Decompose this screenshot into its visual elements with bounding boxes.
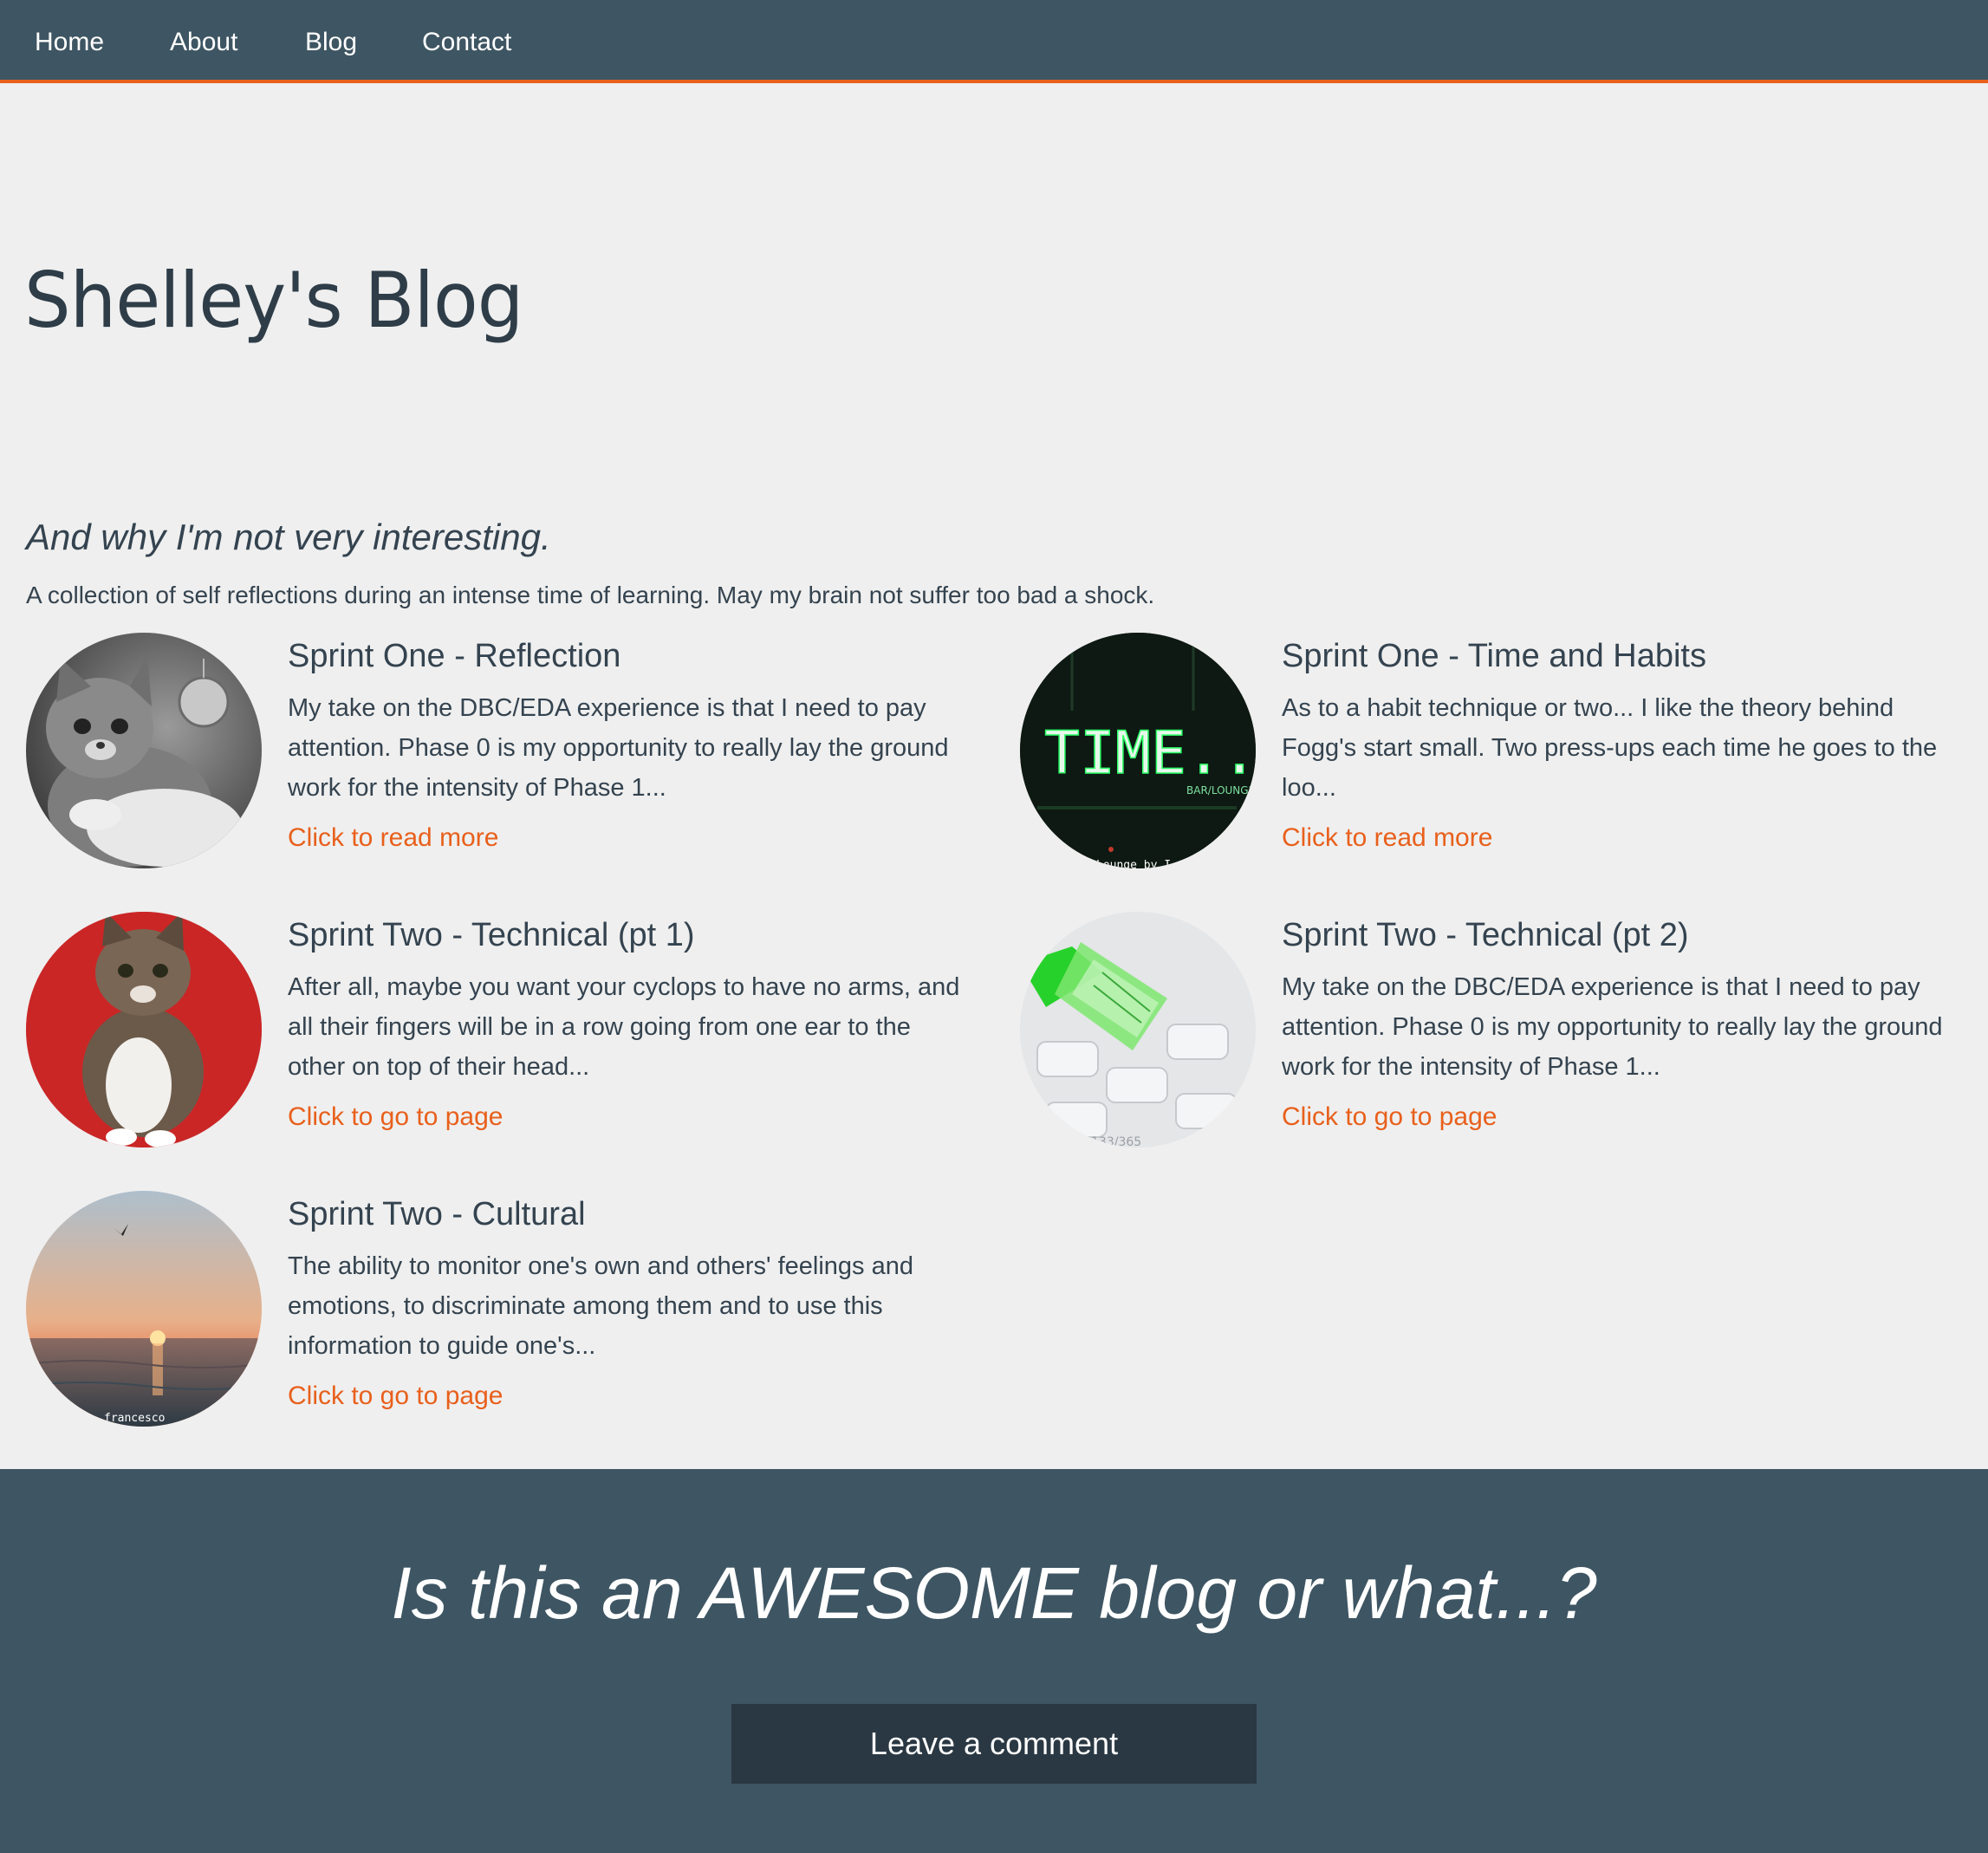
site-title: Shelley's Blog xyxy=(24,256,523,345)
post-title: Sprint Two - Cultural xyxy=(288,1196,586,1232)
top-navigation: Home About Blog Contact xyxy=(0,0,1988,83)
neon-time-sign-thumbnail[interactable]: TIME.... BAR/LOUNGE Lounge by I xyxy=(1020,633,1256,868)
site-intro: A collection of self reflections during … xyxy=(26,582,1155,608)
leave-comment-button[interactable]: Leave a comment xyxy=(731,1704,1257,1784)
blog-post-card: Sprint Two - Technical (pt 1) After all,… xyxy=(26,912,979,1163)
post-title: Sprint One - Time and Habits xyxy=(1282,638,1706,674)
nav-link-blog[interactable]: Blog xyxy=(305,25,357,60)
footer-heading: Is this an AWESOME blog or what...? xyxy=(391,1552,1597,1634)
post-excerpt: After all, maybe you want your cyclops t… xyxy=(288,973,960,1081)
kitten-red-background-thumbnail[interactable] xyxy=(26,912,262,1148)
site-tagline: And why I'm not very interesting. xyxy=(26,517,551,557)
read-more-link[interactable]: Click to read more xyxy=(1282,821,1492,855)
post-title: Sprint One - Reflection xyxy=(288,638,621,674)
go-to-page-link[interactable]: Click to go to page xyxy=(1282,1100,1497,1135)
ethernet-cable-thumbnail[interactable]: 133/365 xyxy=(1020,912,1256,1148)
thumb-neon-subtext: BAR/LOUNGE xyxy=(1186,784,1255,796)
post-excerpt: My take on the DBC/EDA experience is tha… xyxy=(1282,973,1943,1081)
sunset-sea-thumbnail[interactable]: francesco xyxy=(26,1191,262,1427)
thumb-caption: francesco xyxy=(104,1412,165,1425)
read-more-link[interactable]: Click to read more xyxy=(288,821,498,855)
post-title: Sprint Two - Technical (pt 1) xyxy=(288,917,695,953)
post-title: Sprint Two - Technical (pt 2) xyxy=(1282,917,1689,953)
nav-link-contact[interactable]: Contact xyxy=(422,25,511,60)
go-to-page-link[interactable]: Click to go to page xyxy=(288,1379,503,1414)
blog-post-card: 133/365 Sprint Two - Technical (pt 2) My… xyxy=(1020,912,1973,1163)
thumb-caption: 133/365 xyxy=(1091,1135,1141,1148)
post-excerpt: As to a habit technique or two... I like… xyxy=(1282,694,1938,802)
post-excerpt: My take on the DBC/EDA experience is tha… xyxy=(288,694,949,802)
footer: Is this an AWESOME blog or what...? Leav… xyxy=(0,1469,1988,1853)
blog-post-card: TIME.... BAR/LOUNGE Lounge by I Sprint O… xyxy=(1020,633,1973,884)
thumb-neon-text: TIME.... xyxy=(1044,719,1256,788)
blog-post-card: Sprint One - Reflection My take on the D… xyxy=(26,633,979,884)
post-excerpt: The ability to monitor one's own and oth… xyxy=(288,1252,913,1360)
nav-link-about[interactable]: About xyxy=(170,25,237,60)
kitten-bw-thumbnail[interactable] xyxy=(26,633,262,868)
go-to-page-link[interactable]: Click to go to page xyxy=(288,1100,503,1135)
blog-post-card: francesco Sprint Two - Cultural The abil… xyxy=(26,1191,979,1442)
thumb-caption: Lounge by I xyxy=(1096,859,1171,868)
nav-link-home[interactable]: Home xyxy=(35,25,104,60)
